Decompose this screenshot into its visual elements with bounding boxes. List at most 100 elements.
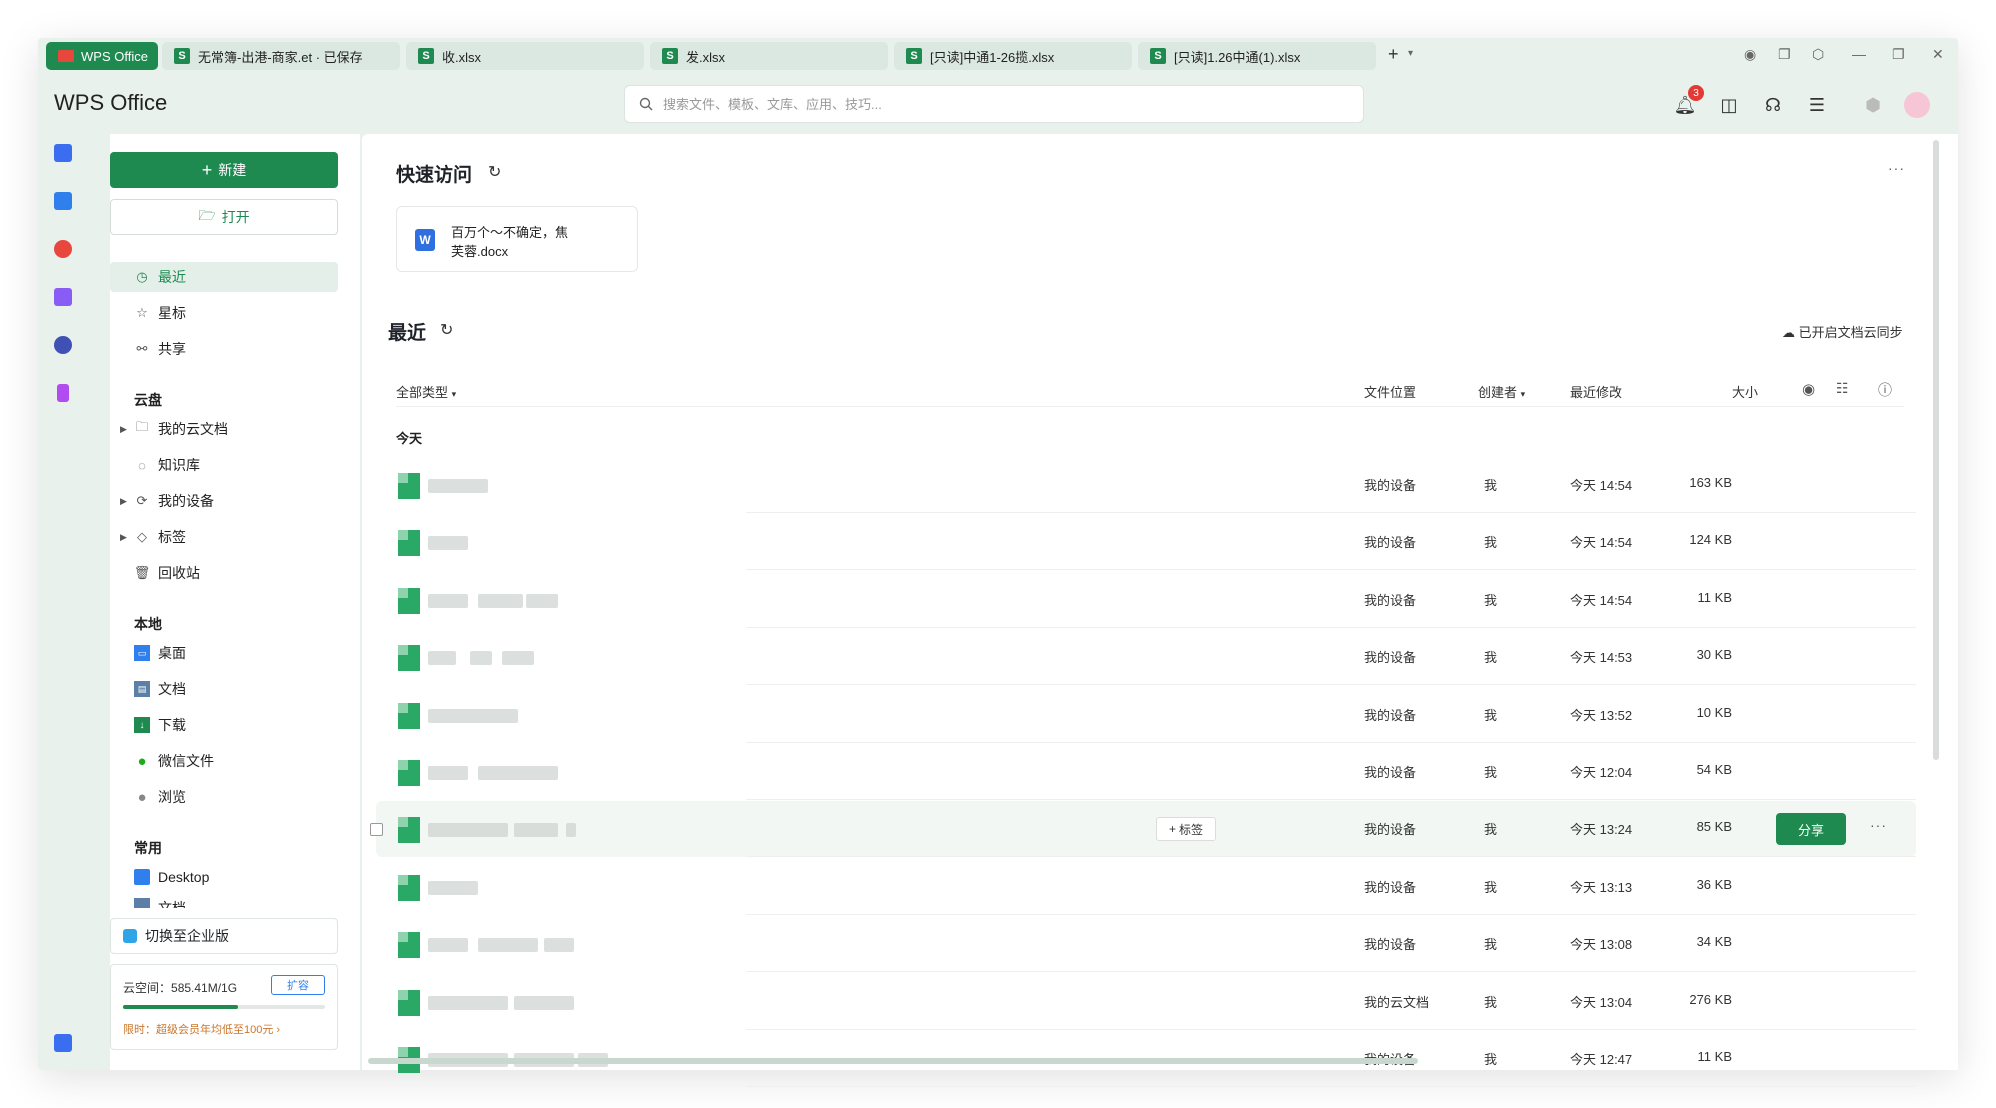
sidebar-item-my-cloud[interactable]: ▶ 🗀 我的云文档: [110, 414, 338, 444]
column-settings-icon[interactable]: ☷: [1836, 380, 1849, 397]
notification-badge: 3: [1688, 85, 1704, 101]
column-modified[interactable]: 最近修改: [1570, 382, 1622, 401]
sidebar-item-common-documents[interactable]: 文档: [110, 898, 338, 908]
minimize-icon[interactable]: —: [1852, 46, 1866, 62]
sidebar-item-shared[interactable]: ⚯ 共享: [110, 334, 338, 364]
ai-assistant-icon[interactable]: [54, 336, 72, 354]
expand-button[interactable]: 扩容: [271, 975, 325, 995]
row-checkbox[interactable]: [370, 823, 383, 837]
sidebar-item-trash[interactable]: 🗑︎ 回收站: [110, 558, 338, 588]
info-icon[interactable]: ⓘ: [1878, 380, 1892, 400]
download-icon: ↓: [134, 717, 150, 733]
sidebar-item-desktop[interactable]: ▭ 桌面: [110, 638, 338, 668]
apps-icon[interactable]: [54, 288, 72, 306]
table-row[interactable]: 我的设备 我 今天 14:53 30 KB: [376, 629, 1916, 686]
vertical-scrollbar[interactable]: [1933, 140, 1939, 760]
quick-access-file[interactable]: W 百万个～不确定，焦 芙蓉.docx: [396, 206, 638, 272]
restore-icon[interactable]: ❐: [1892, 46, 1905, 63]
table-row[interactable]: 我的设备 我 今天 14:54 11 KB: [376, 572, 1916, 628]
search-input[interactable]: [661, 95, 1345, 113]
avatar[interactable]: [1904, 92, 1930, 118]
tab-file-1[interactable]: S 无常簿-出港-商家.et · 已保存: [162, 42, 400, 70]
layout-panel-icon[interactable]: ◫: [1718, 94, 1740, 116]
table-row[interactable]: 我的云文档 我 今天 13:04 276 KB: [376, 974, 1916, 1030]
sidebar-item-downloads[interactable]: ↓ 下载: [110, 710, 338, 740]
sidebar-item-my-devices[interactable]: ▶ ⟳ 我的设备: [110, 486, 338, 516]
tab-file-4[interactable]: S [只读]中通1-26揽.xlsx: [894, 42, 1132, 70]
table-row[interactable]: 我的设备 我 今天 13:08 34 KB: [376, 916, 1916, 973]
settings-sliders-icon[interactable]: ☰: [1806, 94, 1828, 116]
spreadsheet-icon: S: [418, 48, 434, 64]
close-icon[interactable]: ✕: [1932, 46, 1944, 63]
tab-file-3[interactable]: S 发.xlsx: [650, 42, 888, 70]
more-options-icon[interactable]: ···: [1888, 160, 1905, 176]
table-row[interactable]: 我的设备 我 今天 12:04 54 KB: [376, 744, 1916, 800]
pdf-icon[interactable]: [54, 240, 72, 258]
sidebar-item-documents[interactable]: ▤ 文档: [110, 674, 338, 704]
file-creator: 我: [1484, 535, 1498, 551]
sidebar-item-starred[interactable]: ☆ 星标: [110, 298, 338, 328]
sidebar-item-wechat[interactable]: ● 微信文件: [110, 746, 338, 776]
file-name-redacted: [428, 536, 468, 551]
add-tag-button[interactable]: + 标签: [1156, 817, 1216, 842]
spreadsheet-file-icon: [398, 989, 420, 1016]
calendar-icon[interactable]: [54, 192, 72, 210]
column-creator[interactable]: 创建者 ▾: [1478, 382, 1525, 401]
sidebar-item-knowledge[interactable]: ◌ 知识库: [110, 450, 338, 480]
horizontal-scrollbar[interactable]: [368, 1058, 1418, 1064]
trash-icon: 🗑︎: [133, 565, 151, 580]
add-tag-label: 标签: [1179, 822, 1204, 837]
refresh-icon[interactable]: ↻: [440, 320, 453, 340]
file-name-redacted: [514, 823, 558, 838]
table-row[interactable]: 我的设备 我 今天 14:54 124 KB: [376, 514, 1916, 571]
cloud-sync-status[interactable]: ☁︎ 已开启文档云同步: [1782, 322, 1903, 341]
sidebar-item-label: 浏览: [158, 789, 186, 805]
p-app-icon[interactable]: [57, 384, 69, 402]
caret-right-icon[interactable]: ▶: [120, 532, 127, 543]
tab-wps-home[interactable]: WPS Office: [46, 42, 158, 70]
table-row[interactable]: 我的设备 我 今天 14:54 163 KB: [376, 457, 1916, 513]
sidebar-item-recent[interactable]: ◷ 最近: [110, 262, 338, 292]
chevron-down-icon[interactable]: ▾: [1408, 48, 1413, 59]
sidebar-item-label: 最近: [158, 269, 186, 285]
new-button[interactable]: + 新建: [110, 152, 338, 188]
search-box[interactable]: [624, 85, 1364, 123]
refresh-icon[interactable]: ↻: [488, 162, 501, 182]
assistant-icon[interactable]: ◉: [1744, 46, 1756, 63]
file-name-redacted: [428, 708, 518, 723]
spreadsheet-file-icon: [398, 473, 420, 499]
row-more-icon[interactable]: ···: [1870, 817, 1887, 833]
promo-text[interactable]: 限时：超级会员年均低至100元 ›: [123, 1021, 280, 1037]
table-row[interactable]: 我的设备 我 今天 13:52 10 KB: [376, 687, 1916, 743]
add-tab-button[interactable]: +: [1388, 44, 1399, 65]
cube-icon[interactable]: ⬡: [1812, 46, 1824, 63]
docs-icon[interactable]: [54, 144, 72, 162]
switch-enterprise-button[interactable]: 切换至企业版: [110, 918, 338, 954]
column-location[interactable]: 文件位置: [1364, 382, 1416, 401]
office-icon[interactable]: [54, 1034, 72, 1052]
tab-file-2[interactable]: S 收.xlsx: [406, 42, 644, 70]
column-size[interactable]: 大小: [1732, 382, 1758, 401]
star-icon: ☆: [136, 305, 148, 320]
sidebar-item-common-desktop[interactable]: Desktop: [110, 862, 338, 892]
window-copy-icon[interactable]: ❐: [1778, 46, 1791, 63]
filter-all-types[interactable]: 全部类型 ▾: [396, 382, 456, 401]
file-location: 我的设备: [1364, 879, 1417, 895]
table-row[interactable]: 我的设备 我 今天 13:24 85 KB + 标签 分享 ···: [370, 801, 1916, 858]
file-modified: 今天 13:04: [1570, 994, 1633, 1010]
share-button[interactable]: 分享: [1776, 813, 1846, 846]
sidebar-item-tags[interactable]: ▶ ◇ 标签: [110, 522, 338, 552]
word-doc-icon: W: [415, 229, 435, 251]
sidebar-item-browse[interactable]: ● 浏览: [110, 782, 338, 812]
headset-icon[interactable]: ☊: [1762, 94, 1784, 116]
caret-right-icon[interactable]: ▶: [120, 424, 127, 435]
table-row[interactable]: 我的设备 我 今天 13:13 36 KB: [376, 859, 1916, 915]
open-button[interactable]: 🗁 打开: [110, 199, 338, 235]
eye-icon[interactable]: ◉: [1802, 380, 1815, 398]
caret-right-icon[interactable]: ▶: [120, 496, 127, 507]
plus-icon: +: [201, 159, 213, 180]
tab-file-5[interactable]: S [只读]1.26中通(1).xlsx: [1138, 42, 1376, 70]
row-divider: [746, 1086, 1916, 1087]
hexagon-icon[interactable]: ⬢: [1862, 94, 1884, 116]
file-modified: 今天 14:54: [1570, 592, 1633, 608]
